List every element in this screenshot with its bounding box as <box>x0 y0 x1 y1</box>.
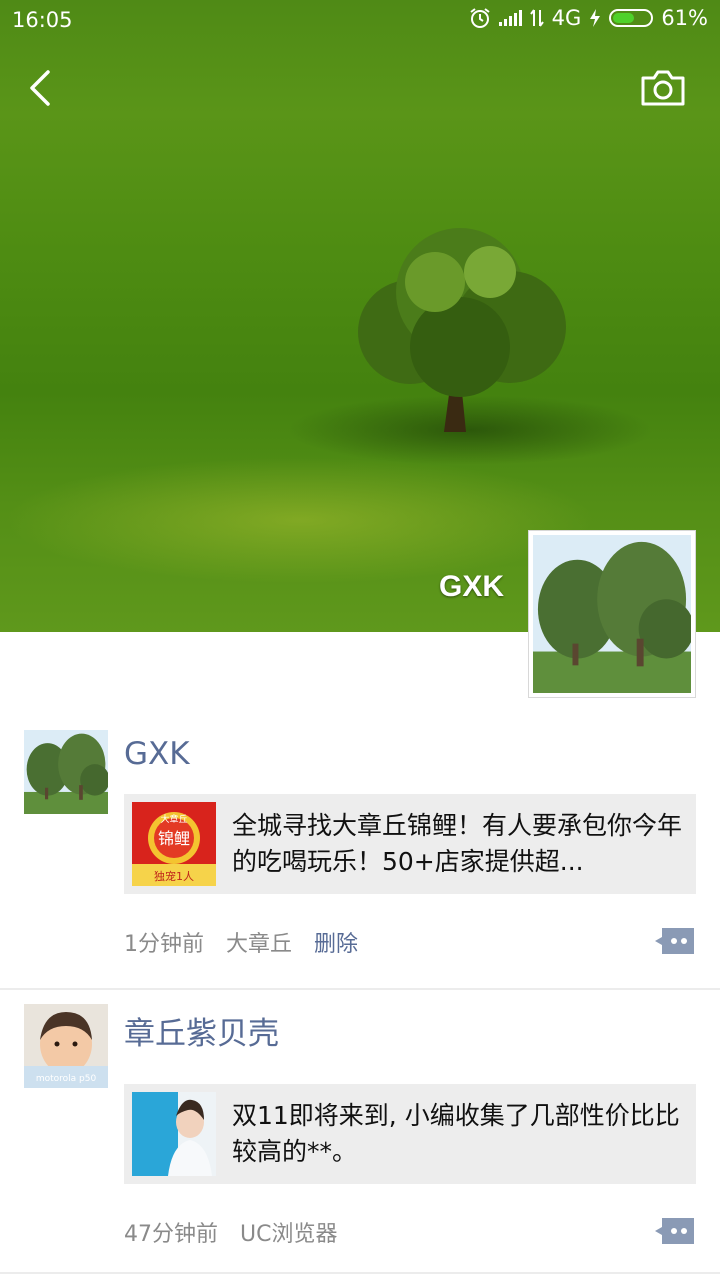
post-time: 1分钟前 <box>124 932 204 957</box>
signal-icon <box>498 10 522 26</box>
post-meta: 1分钟前 大章丘 删除 <box>124 926 358 958</box>
comment-icon <box>655 1218 694 1244</box>
avatar-overlay-text: motorola p50 <box>36 1074 97 1084</box>
post-avatar[interactable]: motorola p50 <box>24 1004 108 1088</box>
share-title: 双11即将来到, 小编收集了几部性价比比较高的**。 <box>232 1101 680 1166</box>
thumb-heading: 锦鲤 <box>158 829 190 848</box>
post: GXK 大章丘 锦鲤 独宠1人 全城寻找大章丘锦鲤！有人要承包你今年的吃喝玩乐！… <box>0 700 720 990</box>
willow-tree-image <box>533 535 691 693</box>
thumb-title: 大章丘 <box>160 813 187 825</box>
battery-percent: 61% <box>661 6 708 30</box>
comment-button[interactable] <box>654 1216 696 1246</box>
profile-avatar[interactable] <box>528 530 696 698</box>
data-transfer-icon <box>529 9 544 27</box>
chevron-left-icon <box>30 70 50 106</box>
shared-link-card[interactable]: 大章丘 锦鲤 独宠1人 全城寻找大章丘锦鲤！有人要承包你今年的吃喝玩乐！50+店… <box>124 794 696 894</box>
status-time: 16:05 <box>12 8 73 32</box>
delete-button[interactable]: 删除 <box>314 926 358 958</box>
moments-feed: GXK 大章丘 锦鲤 独宠1人 全城寻找大章丘锦鲤！有人要承包你今年的吃喝玩乐！… <box>0 700 720 1274</box>
post-author[interactable]: 章丘紫贝壳 <box>124 1008 279 1053</box>
battery-icon <box>609 9 654 27</box>
shared-link-card[interactable]: 双11即将来到, 小编收集了几部性价比比较高的**。 <box>124 1084 696 1184</box>
post: motorola p50 章丘紫贝壳 双11即将来到, 小编收集了几部性价比比较… <box>0 990 720 1274</box>
post-time: 47分钟前 <box>124 1222 218 1247</box>
tree-image <box>358 228 566 432</box>
post-avatar[interactable] <box>24 730 108 814</box>
thumb-tagline: 独宠1人 <box>154 869 194 883</box>
willow-tree-image <box>24 730 108 814</box>
camera-icon <box>641 70 685 106</box>
back-button[interactable] <box>22 66 62 110</box>
share-thumbnail <box>132 1092 216 1176</box>
post-location[interactable]: 大章丘 <box>226 926 292 958</box>
share-title: 全城寻找大章丘锦鲤！有人要承包你今年的吃喝玩乐！50+店家提供超... <box>232 811 683 876</box>
charging-icon <box>590 9 601 27</box>
post-source[interactable]: UC浏览器 <box>240 1216 337 1248</box>
status-bar: 16:05 4G 61% <box>0 0 720 40</box>
network-type: 4G <box>551 6 582 30</box>
comment-icon <box>655 928 694 954</box>
profile-name: GXK <box>438 570 504 603</box>
comment-button[interactable] <box>654 926 696 956</box>
status-icons: 4G 61% <box>469 6 708 30</box>
camera-button[interactable] <box>640 68 686 108</box>
post-author[interactable]: GXK <box>124 736 190 772</box>
alarm-icon <box>470 8 490 28</box>
share-thumbnail: 大章丘 锦鲤 独宠1人 <box>132 802 216 886</box>
post-meta: 47分钟前 UC浏览器 <box>124 1216 337 1248</box>
